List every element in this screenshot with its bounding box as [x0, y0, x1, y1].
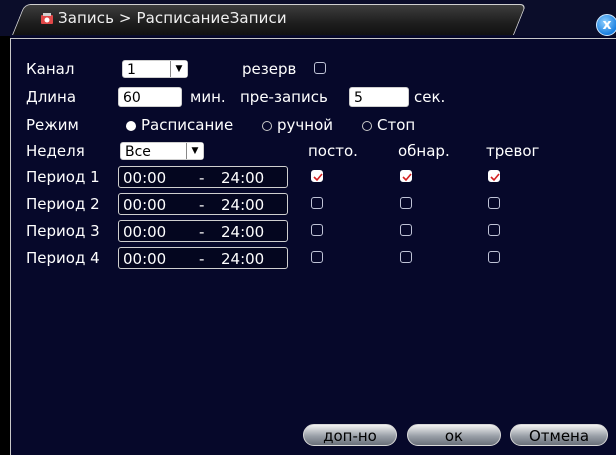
- column-regular: посто.: [308, 142, 358, 160]
- period-3-regular-checkbox[interactable]: [311, 224, 323, 236]
- period-1-regular-checkbox[interactable]: [311, 170, 323, 182]
- period-4-regular-checkbox[interactable]: [311, 251, 323, 263]
- period-1-alarm-checkbox[interactable]: [488, 170, 500, 182]
- left-edge: [0, 36, 10, 454]
- mode-option-schedule: Расписание: [141, 116, 234, 134]
- record-schedule-window: Запись > РасписаниеЗаписи x Канал 1 ▼ ре…: [0, 0, 616, 455]
- prerecord-label: пре-запись: [240, 88, 328, 106]
- channel-value: 1: [127, 62, 136, 78]
- ok-button[interactable]: ок: [407, 424, 501, 446]
- mode-radio-schedule[interactable]: [126, 121, 136, 131]
- chevron-down-icon: ▼: [186, 143, 203, 159]
- period-4-alarm-checkbox[interactable]: [488, 251, 500, 263]
- period-4-time[interactable]: 00:00 - 24:00: [118, 247, 288, 269]
- length-label: Длина: [26, 88, 77, 106]
- period-3-dash: -: [199, 223, 205, 241]
- period-2-start: 00:00: [123, 196, 167, 214]
- period-4-dash: -: [199, 250, 205, 268]
- reserve-label: резерв: [242, 60, 297, 78]
- chevron-down-icon: ▼: [170, 61, 187, 77]
- cancel-button[interactable]: Отмена: [510, 424, 608, 446]
- week-label: Неделя: [26, 142, 85, 160]
- week-value: Все: [125, 144, 151, 160]
- period-1-detect-checkbox[interactable]: [400, 170, 412, 182]
- period-4-end: 24:00: [221, 250, 265, 268]
- title-bar: Запись > РасписаниеЗаписи x: [0, 0, 616, 36]
- mode-radio-stop[interactable]: [362, 121, 372, 131]
- channel-label: Канал: [26, 60, 75, 78]
- prerecord-input[interactable]: 5: [349, 87, 409, 107]
- period-1-time[interactable]: 00:00 - 24:00: [118, 166, 288, 188]
- advanced-button[interactable]: доп-но: [303, 424, 397, 446]
- record-icon: [41, 13, 53, 24]
- period-3-end: 24:00: [221, 223, 265, 241]
- period-2-dash: -: [199, 196, 205, 214]
- period-1-dash: -: [199, 169, 205, 187]
- mode-option-stop: Стоп: [377, 116, 416, 134]
- period-1-label: Период 1: [26, 168, 100, 186]
- period-4-start: 00:00: [123, 250, 167, 268]
- period-3-start: 00:00: [123, 223, 167, 241]
- period-3-time[interactable]: 00:00 - 24:00: [118, 220, 288, 242]
- period-2-alarm-checkbox[interactable]: [488, 197, 500, 209]
- period-2-time[interactable]: 00:00 - 24:00: [118, 193, 288, 215]
- mode-label: Режим: [26, 116, 79, 134]
- period-4-label: Период 4: [26, 249, 100, 267]
- period-3-alarm-checkbox[interactable]: [488, 224, 500, 236]
- reserve-checkbox[interactable]: [314, 62, 326, 74]
- column-detect: обнар.: [398, 142, 450, 160]
- prerecord-unit: сек.: [414, 88, 446, 106]
- length-input[interactable]: 60: [118, 87, 182, 107]
- period-2-end: 24:00: [221, 196, 265, 214]
- period-1-end: 24:00: [221, 169, 265, 187]
- period-2-detect-checkbox[interactable]: [400, 197, 412, 209]
- week-select[interactable]: Все ▼: [120, 142, 204, 160]
- period-3-label: Период 3: [26, 222, 100, 240]
- mode-option-manual: ручной: [277, 116, 333, 134]
- period-2-regular-checkbox[interactable]: [311, 197, 323, 209]
- period-1-start: 00:00: [123, 169, 167, 187]
- column-alarm: тревог: [486, 142, 540, 160]
- period-4-detect-checkbox[interactable]: [400, 251, 412, 263]
- close-button[interactable]: x: [596, 14, 616, 36]
- window-title: Запись > РасписаниеЗаписи: [58, 9, 287, 27]
- period-2-label: Период 2: [26, 195, 100, 213]
- channel-select[interactable]: 1 ▼: [122, 60, 188, 78]
- mode-radio-manual[interactable]: [262, 121, 272, 131]
- period-3-detect-checkbox[interactable]: [400, 224, 412, 236]
- length-unit: мин.: [190, 88, 226, 106]
